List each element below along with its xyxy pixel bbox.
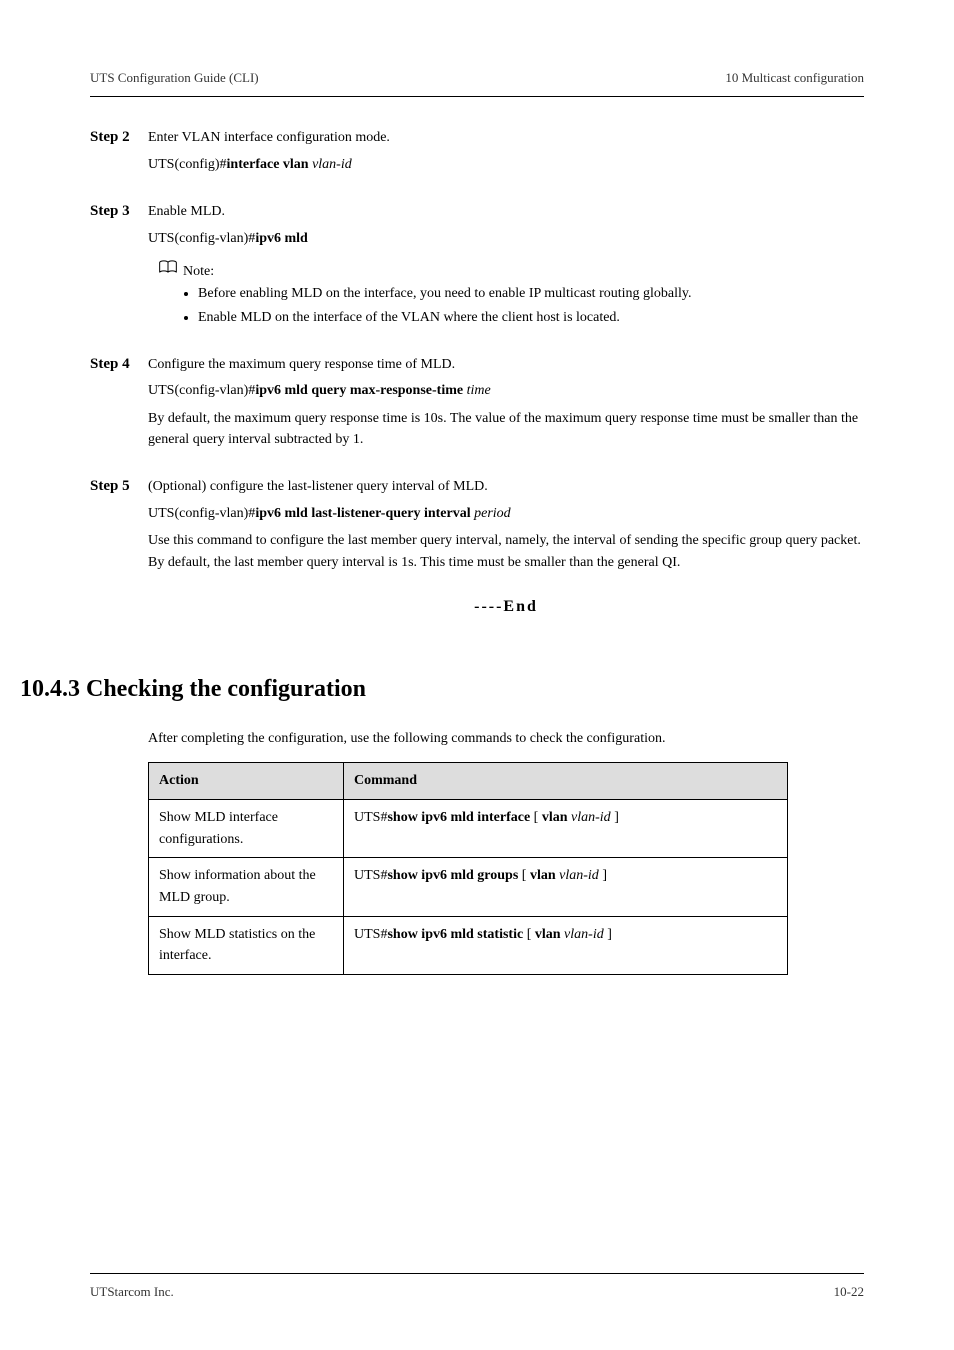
step-3: Step 3 Enable MLD. UTS(config-vlan)#ipv6… — [90, 201, 864, 328]
step-text: Enable MLD. — [148, 201, 864, 223]
cell-action: Show MLD statistics on the interface. — [149, 916, 344, 974]
step-label: Step 3 — [90, 203, 148, 220]
section-heading: 10.4.3 Checking the configuration — [20, 676, 864, 703]
note-item: Enable MLD on the interface of the VLAN … — [198, 307, 864, 329]
config-table: Action Command Show MLD interface config… — [148, 762, 788, 975]
cell-action: Show MLD interface configurations. — [149, 799, 344, 857]
page-header: UTS Configuration Guide (CLI) 10 Multica… — [90, 70, 864, 97]
step-command: UTS(config-vlan)#ipv6 mld last-listener-… — [148, 503, 864, 525]
footer-left: UTStarcom Inc. — [90, 1284, 174, 1300]
step-label: Step 2 — [90, 129, 148, 146]
step-text: Enter VLAN interface configuration mode. — [148, 127, 864, 149]
table-intro: After completing the configuration, use … — [148, 728, 864, 750]
book-icon — [158, 260, 178, 275]
cell-command: UTS#show ipv6 mld interface [ vlan vlan-… — [344, 799, 788, 857]
table-header-row: Action Command — [149, 763, 788, 800]
step-description: By default, the maximum query response t… — [148, 408, 864, 451]
note-block: Note: Before enabling MLD on the interfa… — [148, 260, 864, 328]
step-4: Step 4 Configure the maximum query respo… — [90, 354, 864, 451]
step-label: Step 5 — [90, 478, 148, 495]
cell-action: Show information about the MLD group. — [149, 858, 344, 916]
note-label: Note: — [183, 264, 214, 279]
table-row: Show MLD interface configurations. UTS#s… — [149, 799, 788, 857]
cell-command: UTS#show ipv6 mld groups [ vlan vlan-id … — [344, 858, 788, 916]
step-text: Configure the maximum query response tim… — [148, 354, 864, 376]
table-row: Show MLD statistics on the interface. UT… — [149, 916, 788, 974]
step-description: Use this command to configure the last m… — [148, 530, 864, 573]
note-list: Before enabling MLD on the interface, yo… — [198, 283, 864, 328]
header-left: UTS Configuration Guide (CLI) — [90, 70, 259, 86]
step-5: Step 5 (Optional) configure the last-lis… — [90, 476, 864, 573]
note-item: Before enabling MLD on the interface, yo… — [198, 283, 864, 305]
step-label: Step 4 — [90, 356, 148, 373]
step-2: Step 2 Enter VLAN interface configuratio… — [90, 127, 864, 176]
cell-command: UTS#show ipv6 mld statistic [ vlan vlan-… — [344, 916, 788, 974]
step-command: UTS(config-vlan)#ipv6 mld query max-resp… — [148, 380, 864, 402]
table-row: Show information about the MLD group. UT… — [149, 858, 788, 916]
step-command: UTS(config-vlan)#ipv6 mld — [148, 228, 864, 250]
page-footer: UTStarcom Inc. 10-22 — [90, 1273, 864, 1300]
end-divider: ----End — [148, 598, 864, 616]
header-right: 10 Multicast configuration — [725, 70, 864, 86]
step-command: UTS(config)#interface vlan vlan-id — [148, 154, 864, 176]
step-text: (Optional) configure the last-listener q… — [148, 476, 864, 498]
th-command: Command — [344, 763, 788, 800]
footer-right: 10-22 — [834, 1284, 864, 1300]
th-action: Action — [149, 763, 344, 800]
